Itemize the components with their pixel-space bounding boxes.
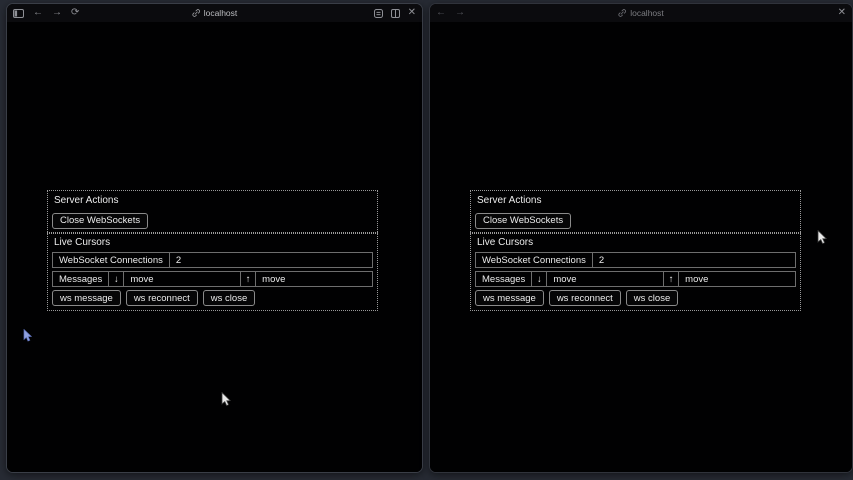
live-cursors-panel: Live Cursors WebSocket Connections 2 Mes… <box>470 232 801 311</box>
websocket-connections-row: WebSocket Connections 2 <box>475 252 796 268</box>
browser-window-left: ← → ⟳ localhost ✕ Server Actions Close W… <box>6 3 423 473</box>
reload-button[interactable]: ⟳ <box>71 8 79 19</box>
received-message-value: move <box>124 272 241 286</box>
ws-buttons-row: ws message ws reconnect ws close <box>475 290 796 306</box>
titlebar-left-controls: ← → <box>436 8 465 19</box>
websocket-connections-row: WebSocket Connections 2 <box>52 252 373 268</box>
ws-message-button[interactable]: ws message <box>52 290 121 306</box>
split-view-icon[interactable] <box>391 8 400 19</box>
panel-legend: Live Cursors <box>477 237 796 248</box>
messages-row: Messages ↓ move ↑ move <box>475 271 796 287</box>
ws-close-button[interactable]: ws close <box>203 290 255 306</box>
url-label: localhost <box>204 8 238 18</box>
sent-message-value: move <box>679 272 795 286</box>
arrow-down-icon: ↓ <box>532 272 547 286</box>
forward-button[interactable]: → <box>455 8 465 19</box>
address-bar[interactable]: localhost <box>192 4 238 22</box>
ws-close-button[interactable]: ws close <box>626 290 678 306</box>
connections-value: 2 <box>593 253 795 267</box>
close-websockets-button[interactable]: Close WebSockets <box>52 213 148 229</box>
arrow-up-icon: ↑ <box>664 272 679 286</box>
sent-message-value: move <box>256 272 372 286</box>
titlebar[interactable]: ← → ⟳ localhost ✕ <box>7 4 422 22</box>
connections-label: WebSocket Connections <box>53 253 170 267</box>
ws-buttons-row: ws message ws reconnect ws close <box>52 290 373 306</box>
received-message-value: move <box>547 272 664 286</box>
server-actions-panel: Server Actions Close WebSockets <box>470 190 801 234</box>
sidebar-toggle-icon[interactable] <box>13 8 24 19</box>
browser-window-right: ← → localhost ✕ Server Actions Close Web… <box>429 3 853 473</box>
titlebar[interactable]: ← → localhost ✕ <box>430 4 852 22</box>
live-cursors-panel: Live Cursors WebSocket Connections 2 Mes… <box>47 232 378 311</box>
connections-value: 2 <box>170 253 372 267</box>
desktop: { "colors": { "desktop_background": "#27… <box>0 0 853 480</box>
panel-legend: Live Cursors <box>54 237 373 248</box>
reader-mode-icon[interactable] <box>374 8 383 19</box>
messages-label: Messages <box>476 272 532 286</box>
close-window-button[interactable]: ✕ <box>408 8 416 19</box>
ws-reconnect-button[interactable]: ws reconnect <box>549 290 621 306</box>
close-window-button[interactable]: ✕ <box>838 8 846 19</box>
page-content: Server Actions Close WebSockets Live Cur… <box>7 22 422 473</box>
panel-legend: Server Actions <box>54 195 373 206</box>
arrow-down-icon: ↓ <box>109 272 124 286</box>
url-label: localhost <box>630 8 664 18</box>
link-icon <box>192 9 200 17</box>
messages-row: Messages ↓ move ↑ move <box>52 271 373 287</box>
ws-message-button[interactable]: ws message <box>475 290 544 306</box>
panel-legend: Server Actions <box>477 195 796 206</box>
titlebar-left-controls: ← → ⟳ <box>13 8 79 19</box>
titlebar-right-controls: ✕ <box>838 8 846 19</box>
forward-button[interactable]: → <box>52 8 62 19</box>
server-actions-panel: Server Actions Close WebSockets <box>47 190 378 234</box>
messages-label: Messages <box>53 272 109 286</box>
back-button[interactable]: ← <box>33 8 43 19</box>
address-bar[interactable]: localhost <box>618 4 664 22</box>
close-websockets-button[interactable]: Close WebSockets <box>475 213 571 229</box>
arrow-up-icon: ↑ <box>241 272 256 286</box>
back-button[interactable]: ← <box>436 8 446 19</box>
page-content: Server Actions Close WebSockets Live Cur… <box>430 22 852 473</box>
titlebar-right-controls: ✕ <box>374 8 416 19</box>
connections-label: WebSocket Connections <box>476 253 593 267</box>
link-icon <box>618 9 626 17</box>
ws-reconnect-button[interactable]: ws reconnect <box>126 290 198 306</box>
